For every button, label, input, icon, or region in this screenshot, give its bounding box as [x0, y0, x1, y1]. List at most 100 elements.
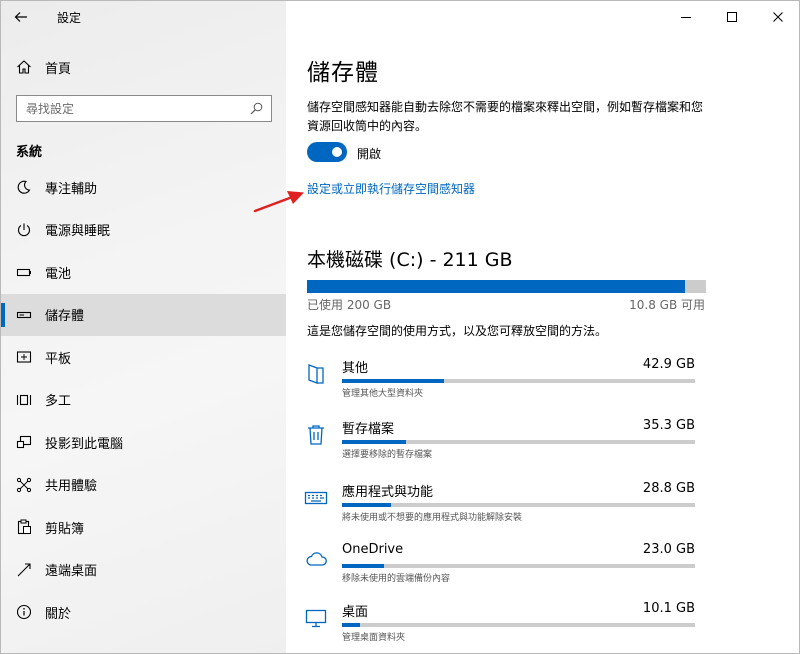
shared-experiences-icon — [16, 477, 32, 493]
usage-description: 這是您儲存空間的使用方式，以及您可釋放空間的方法。 — [307, 324, 608, 338]
category-desktop[interactable]: 桌面 10.1 GB 管理桌面資料夾 — [303, 601, 703, 651]
category-bar-fill — [342, 440, 406, 444]
window-controls — [663, 1, 799, 33]
category-description: 管理其他大型資料夾 — [342, 389, 424, 399]
tablet-icon — [16, 349, 32, 365]
toggle-label: 開啟 — [357, 147, 382, 161]
nav-list: 專注輔助 電源與睡眠 電池 儲存體 平板 多工 投影到此電腦 共用體驗 剪貼簿 … — [1, 166, 286, 634]
category-name: 應用程式與功能 — [342, 485, 434, 500]
search-placeholder: 尋找設定 — [26, 102, 75, 116]
category-size: 10.1 GB — [642, 601, 695, 616]
focus-assist-icon — [16, 179, 32, 195]
cloud-icon — [303, 546, 329, 572]
sidebar-item-label: 投影到此電腦 — [45, 436, 124, 452]
sidebar-item-clipboard[interactable]: 剪貼簿 — [1, 506, 286, 549]
used-space-label: 已使用 200 GB — [307, 298, 392, 312]
drive-usage-bar — [307, 280, 706, 293]
search-icon — [250, 102, 263, 115]
sidebar-item-about[interactable]: 關於 — [1, 591, 286, 634]
close-icon — [773, 12, 783, 22]
category-bar-fill — [342, 564, 385, 568]
sidebar-item-label: 遠端桌面 — [45, 564, 98, 580]
app-title: 設定 — [57, 10, 82, 25]
titlebar-left: 設定 — [1, 1, 286, 33]
category-bar — [342, 379, 695, 383]
trash-icon — [303, 422, 329, 448]
sidebar-item-label: 多工 — [45, 394, 72, 410]
storage-icon — [16, 307, 32, 323]
category-bar-fill — [342, 623, 360, 627]
category-size: 42.9 GB — [642, 357, 695, 372]
sidebar-item-projecting[interactable]: 投影到此電腦 — [1, 421, 286, 464]
category-description: 管理桌面資料夾 — [342, 633, 406, 643]
sidebar-item-multitasking[interactable]: 多工 — [1, 379, 286, 422]
home-icon — [16, 59, 32, 75]
minimize-icon — [681, 17, 691, 18]
maximize-button[interactable] — [709, 1, 755, 33]
category-name: OneDrive — [342, 542, 404, 557]
category-onedrive[interactable]: OneDrive 23.0 GB 移除未使用的雲端備份內容 — [303, 542, 703, 592]
power-icon — [16, 222, 32, 238]
remote-desktop-icon — [16, 562, 32, 578]
sidebar-item-label: 電源與睡眠 — [45, 224, 111, 240]
category-size: 35.3 GB — [642, 418, 695, 433]
sidebar-item-label: 剪貼簿 — [45, 521, 85, 537]
free-space-label: 10.8 GB 可用 — [629, 298, 705, 312]
back-button[interactable] — [1, 1, 41, 33]
multitasking-icon — [16, 392, 32, 408]
sidebar-item-focus-assist[interactable]: 專注輔助 — [1, 166, 286, 209]
minimize-button[interactable] — [663, 1, 709, 33]
search-input[interactable]: 尋找設定 — [16, 95, 272, 122]
battery-icon — [16, 264, 32, 280]
category-name: 其他 — [342, 361, 369, 376]
storage-sense-description: 儲存空間感知器能自動去除您不需要的檔案來釋出空間，例如暫存檔案和您資源回收筒中的… — [307, 100, 704, 133]
annotation-arrow-icon — [253, 191, 304, 213]
category-bar — [342, 564, 695, 568]
sidebar-item-battery[interactable]: 電池 — [1, 251, 286, 294]
main-content: 儲存體 儲存空間感知器能自動去除您不需要的檔案來釋出空間，例如暫存檔案和您資源回… — [286, 1, 799, 653]
configure-storage-sense-link[interactable]: 設定或立即執行儲存空間感知器 — [307, 180, 475, 197]
drive-title[interactable]: 本機磁碟 (C:) - 211 GB — [307, 245, 513, 272]
sidebar: 設定 首頁 尋找設定 系統 專注輔助 電源與睡眠 電池 儲存體 平板 多工 投影… — [1, 1, 286, 653]
page-title: 儲存體 — [307, 60, 379, 86]
projecting-icon — [16, 434, 32, 450]
category-bar-fill — [342, 503, 392, 507]
other-folder-icon — [303, 361, 329, 387]
category-description: 將未使用或不想要的應用程式與功能解除安裝 — [342, 513, 523, 523]
apps-keyboard-icon — [303, 485, 329, 511]
category-bar — [342, 503, 695, 507]
category-size: 28.8 GB — [642, 481, 695, 496]
toggle-knob — [332, 147, 342, 157]
sidebar-item-label: 專注輔助 — [45, 181, 98, 197]
maximize-icon — [727, 12, 737, 22]
category-bar — [342, 623, 695, 627]
category-bar — [342, 440, 695, 444]
sidebar-item-shared-experiences[interactable]: 共用體驗 — [1, 464, 286, 507]
category-bar-fill — [342, 379, 445, 383]
back-arrow-icon — [14, 12, 27, 22]
category-description: 移除未使用的雲端備份內容 — [342, 574, 451, 584]
sidebar-item-storage[interactable]: 儲存體 — [1, 293, 286, 336]
sidebar-item-tablet[interactable]: 平板 — [1, 336, 286, 379]
sidebar-item-remote-desktop[interactable]: 遠端桌面 — [1, 549, 286, 592]
category-temp-files[interactable]: 暫存檔案 35.3 GB 選擇要移除的暫存檔案 — [303, 418, 703, 468]
drive-usage-fill — [307, 280, 685, 293]
settings-window: 設定 首頁 尋找設定 系統 專注輔助 電源與睡眠 電池 儲存體 平板 多工 投影… — [0, 0, 800, 654]
sidebar-item-label: 共用體驗 — [45, 479, 98, 495]
sidebar-item-power[interactable]: 電源與睡眠 — [1, 209, 286, 252]
sidebar-item-label: 儲存體 — [45, 309, 85, 325]
nav-home[interactable]: 首頁 — [1, 51, 286, 83]
storage-sense-toggle[interactable] — [307, 142, 347, 162]
category-name: 暫存檔案 — [342, 422, 395, 437]
sidebar-item-label: 電池 — [45, 266, 72, 282]
sidebar-item-label: 關於 — [45, 606, 72, 622]
category-name: 桌面 — [342, 605, 369, 620]
clipboard-icon — [16, 519, 32, 535]
close-button[interactable] — [755, 1, 799, 33]
info-icon — [16, 604, 32, 620]
category-other[interactable]: 其他 42.9 GB 管理其他大型資料夾 — [303, 357, 703, 407]
category-size: 23.0 GB — [642, 542, 695, 557]
category-description: 選擇要移除的暫存檔案 — [342, 450, 433, 460]
nav-home-label: 首頁 — [45, 61, 72, 77]
category-apps-features[interactable]: 應用程式與功能 28.8 GB 將未使用或不想要的應用程式與功能解除安裝 — [303, 481, 703, 531]
